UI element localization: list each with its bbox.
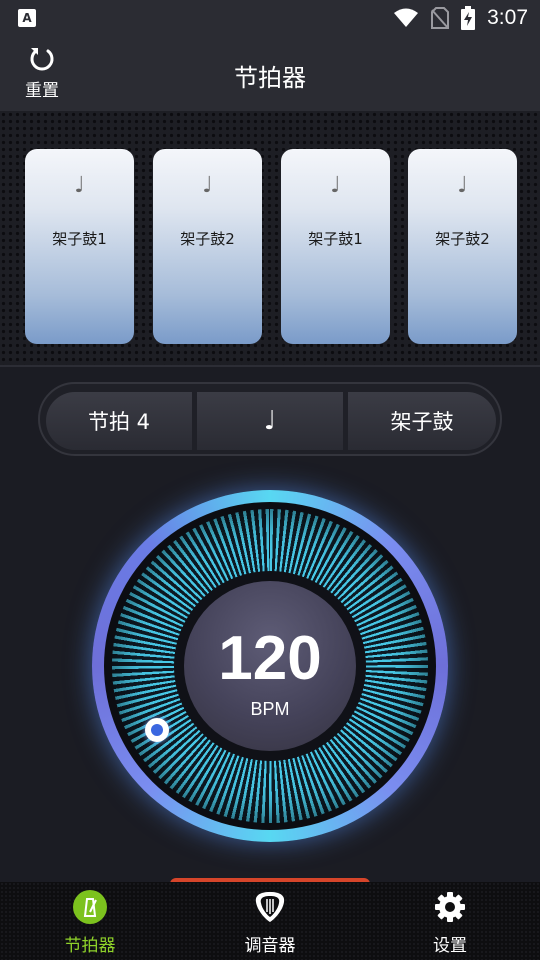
quarter-note-icon: ♩	[74, 173, 85, 198]
beat-card[interactable]: ♩ 架子鼓1	[281, 149, 390, 344]
settings-segmented-control: 节拍 4 ♩ 架子鼓	[38, 382, 502, 456]
beat-card[interactable]: ♩ 架子鼓2	[153, 149, 262, 344]
quarter-note-icon: ♩	[457, 173, 468, 198]
nav-settings[interactable]: 设置	[390, 882, 510, 960]
clock: 3:07	[487, 6, 528, 29]
nav-metronome[interactable]: 节拍器	[30, 882, 150, 960]
app-notification-icon: A	[18, 9, 36, 27]
wifi-icon	[394, 8, 419, 27]
nav-label: 设置	[433, 936, 467, 956]
tempo-dial-handle[interactable]	[145, 718, 169, 742]
beat-card[interactable]: ♩ 架子鼓2	[408, 149, 517, 344]
beat-card-label: 架子鼓2	[180, 230, 235, 248]
nav-tuner[interactable]: 调音器	[210, 882, 330, 960]
beat-card-label: 架子鼓1	[52, 230, 107, 248]
bottom-navigation: 节拍器 调音器 设置	[0, 882, 540, 960]
page-title: 节拍器	[234, 64, 306, 92]
beat-card[interactable]: ♩ 架子鼓1	[25, 149, 134, 344]
nav-label: 调音器	[244, 936, 296, 956]
beat-card-label: 架子鼓1	[308, 230, 363, 248]
status-icons: 3:07	[393, 0, 528, 36]
no-sim-icon	[431, 7, 450, 29]
quarter-note-icon: ♩	[202, 173, 213, 198]
instrument-button[interactable]: 架子鼓	[348, 392, 496, 450]
quarter-note-icon: ♩	[263, 406, 277, 436]
beat-cards-panel: ♩ 架子鼓1 ♩ 架子鼓2 ♩ 架子鼓1 ♩ 架子鼓2	[0, 111, 540, 365]
bpm-value: 120	[218, 624, 322, 693]
note-value-button[interactable]: ♩	[197, 392, 343, 450]
quarter-note-icon: ♩	[330, 173, 341, 198]
battery-charging-icon	[461, 6, 476, 30]
status-bar: A 3:07	[0, 0, 540, 36]
beat-card-label: 架子鼓2	[435, 230, 490, 248]
metronome-icon	[73, 890, 107, 924]
bpm-unit: BPM	[250, 699, 290, 719]
app-bar: 重置 节拍器	[0, 36, 540, 111]
nav-label: 节拍器	[64, 936, 116, 956]
beats-per-bar-button[interactable]: 节拍 4	[46, 392, 192, 450]
divider	[0, 365, 540, 367]
guitar-pick-icon	[255, 892, 285, 922]
gear-icon	[435, 892, 465, 922]
tempo-display: 120 BPM	[184, 581, 356, 751]
